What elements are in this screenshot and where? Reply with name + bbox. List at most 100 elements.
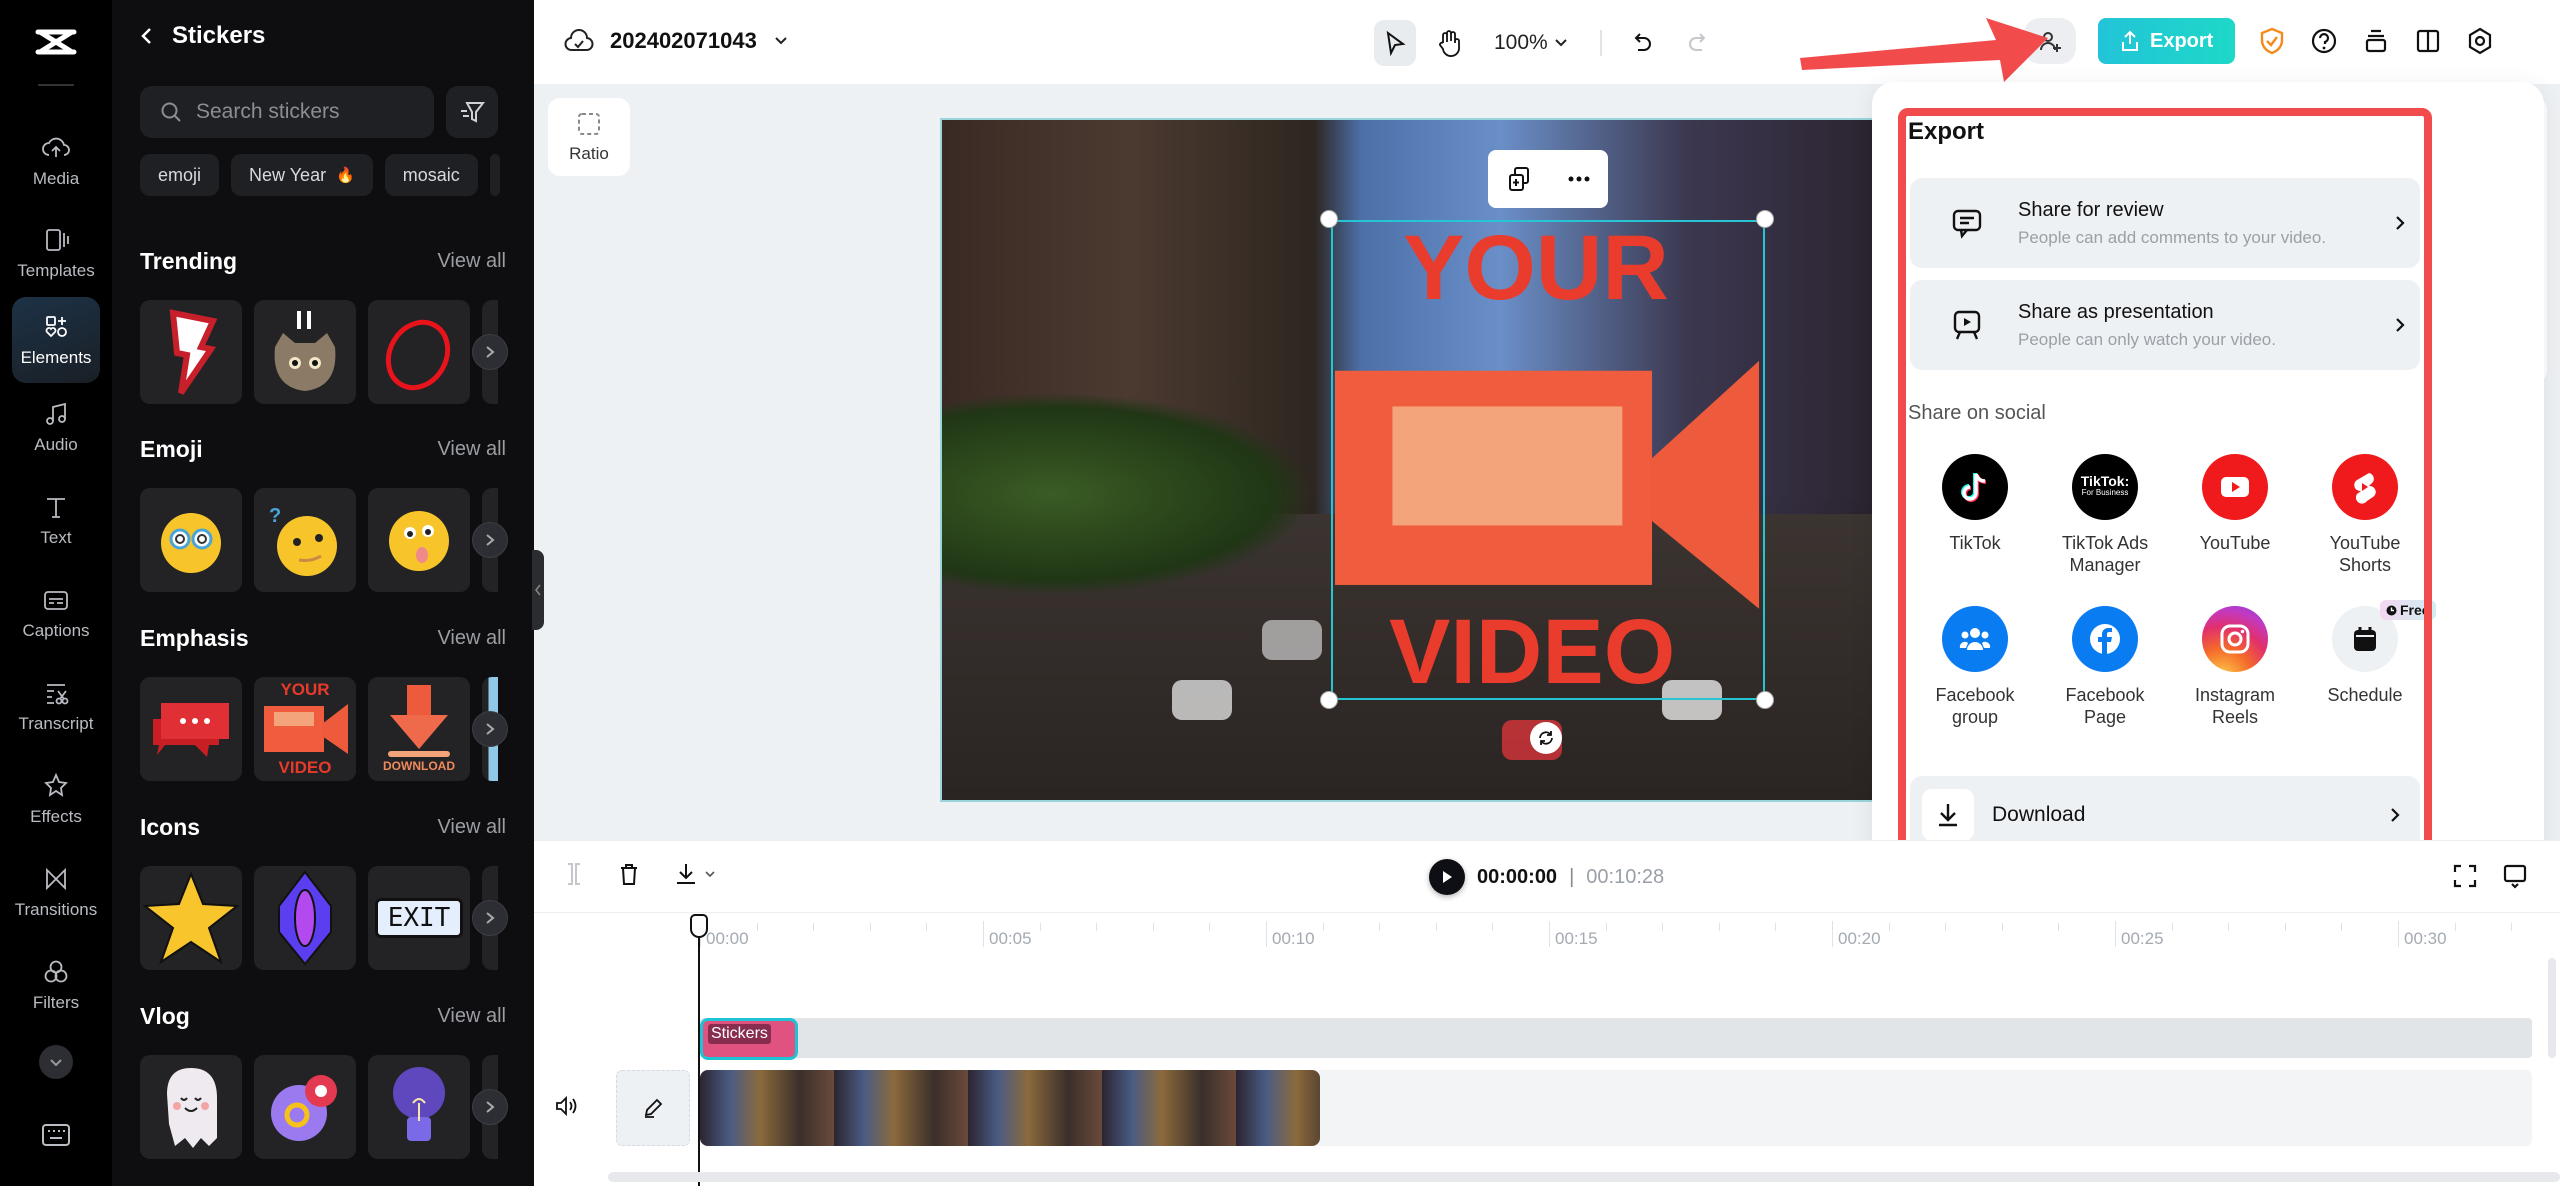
play-button[interactable] bbox=[1429, 859, 1465, 895]
sticker-your-video[interactable]: YOUR VIDEO bbox=[254, 677, 356, 781]
sticker-clip[interactable]: Stickers bbox=[700, 1018, 798, 1060]
more-options-icon[interactable] bbox=[1567, 175, 1591, 183]
chevron-down-icon[interactable] bbox=[773, 36, 789, 46]
collapse-panel-handle[interactable] bbox=[532, 550, 544, 630]
share-tiktok-ads-manager[interactable]: TikTok: For Business TikTok Ads Manager bbox=[2040, 454, 2170, 576]
rail-expand-button[interactable] bbox=[39, 1045, 73, 1079]
select-tool-button[interactable] bbox=[1374, 20, 1416, 66]
fullscreen-icon[interactable] bbox=[2452, 863, 2478, 889]
filter-button[interactable] bbox=[446, 86, 498, 138]
transitions-icon bbox=[46, 867, 66, 891]
rail-item-templates[interactable]: Templates bbox=[12, 210, 100, 296]
resize-handle-top-right[interactable] bbox=[1756, 210, 1774, 228]
rail-item-audio[interactable]: Audio bbox=[12, 384, 100, 470]
resize-handle-bottom-left[interactable] bbox=[1320, 691, 1338, 709]
video-clip[interactable] bbox=[700, 1070, 1320, 1146]
sticker-gears[interactable] bbox=[254, 1055, 356, 1159]
share-for-review-option[interactable]: Share for review People can add comments … bbox=[1910, 178, 2420, 268]
undo-button[interactable] bbox=[1622, 20, 1664, 66]
section-title: Vlog bbox=[140, 1002, 190, 1029]
mute-track-icon[interactable] bbox=[554, 1094, 580, 1118]
playhead-handle[interactable] bbox=[690, 914, 708, 938]
resize-handle-bottom-right[interactable] bbox=[1756, 691, 1774, 709]
delete-icon[interactable] bbox=[618, 861, 640, 887]
chip-new-year[interactable]: New Year 🔥 bbox=[231, 154, 373, 196]
view-all-link[interactable]: View all bbox=[437, 250, 506, 273]
rail-item-elements[interactable]: Elements bbox=[12, 297, 100, 383]
settings-button[interactable] bbox=[2465, 26, 2495, 56]
view-all-link[interactable]: View all bbox=[437, 627, 506, 650]
sticker-lightbulb[interactable] bbox=[368, 1055, 470, 1159]
play-icon bbox=[1443, 871, 1452, 883]
project-title-area[interactable]: 202402071043 bbox=[564, 26, 789, 56]
share-schedule[interactable]: Free Schedule bbox=[2300, 600, 2436, 728]
rail-item-transcript[interactable]: Transcript bbox=[12, 663, 100, 749]
view-all-link[interactable]: View all bbox=[437, 816, 506, 839]
icons-next-button[interactable] bbox=[472, 900, 508, 936]
share-facebook-page[interactable]: Facebook Page bbox=[2040, 606, 2170, 728]
sticker-search-box[interactable] bbox=[140, 86, 434, 138]
sticker-search-input[interactable] bbox=[196, 100, 416, 124]
rail-item-text[interactable]: Text bbox=[12, 477, 100, 563]
rail-item-filters[interactable]: Filters bbox=[12, 942, 100, 1028]
sticker-speech-bubble[interactable] bbox=[140, 677, 242, 781]
ratio-button[interactable]: Ratio bbox=[548, 98, 630, 176]
sticker-red-arrow[interactable] bbox=[140, 300, 242, 404]
chip-partial[interactable] bbox=[489, 154, 500, 196]
sticker-red-circle[interactable] bbox=[368, 300, 470, 404]
redo-button[interactable] bbox=[1676, 20, 1718, 66]
trending-next-button[interactable] bbox=[472, 334, 508, 370]
sticker-dizzy-face[interactable] bbox=[140, 488, 242, 592]
chip-mosaic[interactable]: mosaic bbox=[384, 154, 478, 196]
preview-quality-icon[interactable] bbox=[2502, 863, 2528, 889]
timeline-vertical-scrollbar[interactable] bbox=[2548, 958, 2556, 1058]
shield-button[interactable] bbox=[2257, 26, 2287, 56]
timeline-horizontal-scrollbar[interactable] bbox=[608, 1172, 2560, 1182]
captions-icon bbox=[44, 591, 68, 610]
sticker-thinking-face[interactable]: ? bbox=[254, 488, 356, 592]
project-name[interactable]: 202402071043 bbox=[610, 28, 757, 54]
keyboard-shortcuts-icon[interactable] bbox=[42, 1124, 70, 1146]
sticker-ghost[interactable] bbox=[140, 1055, 242, 1159]
share-instagram-reels[interactable]: Instagram Reels bbox=[2170, 606, 2300, 728]
ruler-minor-tick bbox=[2284, 923, 2286, 931]
resize-handle-top-left[interactable] bbox=[1320, 210, 1338, 228]
chip-emoji[interactable]: emoji bbox=[140, 154, 220, 196]
rail-item-captions[interactable]: Captions bbox=[12, 570, 100, 656]
layout-toggle-button[interactable] bbox=[2413, 26, 2443, 56]
ratio-label: Ratio bbox=[569, 144, 609, 163]
duplicate-icon[interactable] bbox=[1506, 165, 1532, 193]
share-youtube[interactable]: YouTube bbox=[2170, 454, 2300, 576]
share-facebook-group[interactable]: Facebook group bbox=[1910, 606, 2040, 728]
sticker-tongue-out-face[interactable] bbox=[368, 488, 470, 592]
share-as-presentation-option[interactable]: Share as presentation People can only wat… bbox=[1910, 280, 2420, 370]
export-button[interactable]: Export bbox=[2098, 18, 2236, 64]
zoom-level-select[interactable]: 100% bbox=[1494, 31, 1568, 55]
share-tiktok[interactable]: TikTok bbox=[1910, 454, 2040, 576]
view-all-link[interactable]: View all bbox=[437, 1005, 506, 1028]
split-icon[interactable] bbox=[564, 861, 584, 887]
rail-item-media[interactable]: Media bbox=[12, 118, 100, 204]
rail-item-transitions[interactable]: Transitions bbox=[12, 849, 100, 935]
sticker-pixel-gem[interactable] bbox=[254, 866, 356, 970]
export-frame-dropdown[interactable] bbox=[674, 861, 716, 887]
playhead-line[interactable] bbox=[698, 918, 700, 1186]
view-all-link[interactable]: View all bbox=[437, 438, 506, 461]
sticker-download[interactable]: DOWNLOAD bbox=[368, 677, 470, 781]
emphasis-next-button[interactable] bbox=[472, 711, 508, 747]
help-button[interactable] bbox=[2309, 26, 2339, 56]
sticker-surprised-cat[interactable] bbox=[254, 300, 356, 404]
share-youtube-shorts[interactable]: YouTube Shorts bbox=[2300, 454, 2430, 576]
emoji-next-button[interactable] bbox=[472, 522, 508, 558]
edit-cover-button[interactable] bbox=[616, 1070, 690, 1146]
sticker-pixel-star[interactable] bbox=[140, 866, 242, 970]
back-arrow-icon[interactable] bbox=[140, 26, 154, 46]
rotate-handle[interactable] bbox=[1530, 722, 1562, 754]
rail-item-effects[interactable]: Effects bbox=[12, 756, 100, 842]
hand-tool-button[interactable] bbox=[1428, 20, 1470, 66]
vlog-next-button[interactable] bbox=[472, 1089, 508, 1125]
ruler-major-tick bbox=[2398, 921, 2399, 947]
layers-button[interactable] bbox=[2361, 26, 2391, 56]
sticker-exit-sign[interactable]: EXIT bbox=[368, 866, 470, 970]
selected-sticker[interactable]: YOUR VIDEO bbox=[1331, 217, 1765, 703]
